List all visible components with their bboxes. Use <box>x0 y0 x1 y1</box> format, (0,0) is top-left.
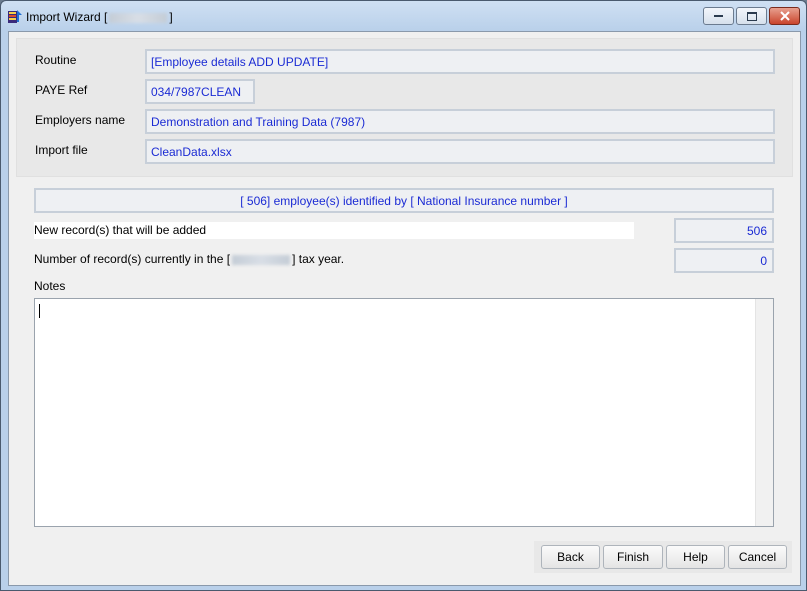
maximize-icon <box>746 11 757 21</box>
current-records-count: 0 <box>674 248 774 273</box>
close-icon <box>779 11 790 21</box>
new-records-label: New record(s) that will be added <box>34 223 207 237</box>
current-records-suffix: ] tax year. <box>292 252 345 266</box>
import-file-label: Import file <box>35 143 88 157</box>
redacted-tax-year <box>109 12 168 23</box>
paye-ref-label: PAYE Ref <box>35 83 88 97</box>
minimize-icon <box>713 15 723 17</box>
help-button[interactable]: Help <box>666 545 725 569</box>
notes-label: Notes <box>34 279 66 293</box>
details-panel: Routine [Employee details ADD UPDATE] PA… <box>16 38 793 177</box>
routine-field: [Employee details ADD UPDATE] <box>145 49 775 74</box>
minimize-button[interactable] <box>703 7 734 25</box>
paye-ref-field: 034/7987CLEAN <box>145 79 255 104</box>
employers-name-field: Demonstration and Training Data (7987) <box>145 109 775 134</box>
back-button[interactable]: Back <box>541 545 600 569</box>
identified-summary: [ 506] employee(s) identified by [ Natio… <box>34 188 774 213</box>
cancel-button[interactable]: Cancel <box>728 545 787 569</box>
import-wizard-window: Import Wizard [] Routine [Employee detai… <box>0 0 807 591</box>
finish-button[interactable]: Finish <box>603 545 663 569</box>
app-icon <box>8 10 22 23</box>
current-records-prefix: Number of record(s) currently in the [ <box>34 252 231 266</box>
current-records-label: Number of record(s) currently in the [ ] … <box>34 252 344 266</box>
redacted-tax-year-inline <box>232 254 291 265</box>
import-file-field: CleanData.xlsx <box>145 139 775 164</box>
routine-label: Routine <box>35 53 77 67</box>
window-title: Import Wizard [] <box>26 10 173 24</box>
window-title-prefix: Import Wizard [ <box>26 10 108 24</box>
text-caret <box>39 304 40 318</box>
notes-scrollbar[interactable] <box>755 299 773 526</box>
new-records-count: 506 <box>674 218 774 243</box>
close-button[interactable] <box>769 7 800 25</box>
employers-name-label: Employers name <box>35 113 126 127</box>
window-title-suffix: ] <box>169 10 173 24</box>
dialog-body: Routine [Employee details ADD UPDATE] PA… <box>8 31 801 586</box>
maximize-button[interactable] <box>736 7 767 25</box>
title-bar[interactable]: Import Wizard [] <box>1 1 806 31</box>
notes-textarea[interactable] <box>34 298 774 527</box>
